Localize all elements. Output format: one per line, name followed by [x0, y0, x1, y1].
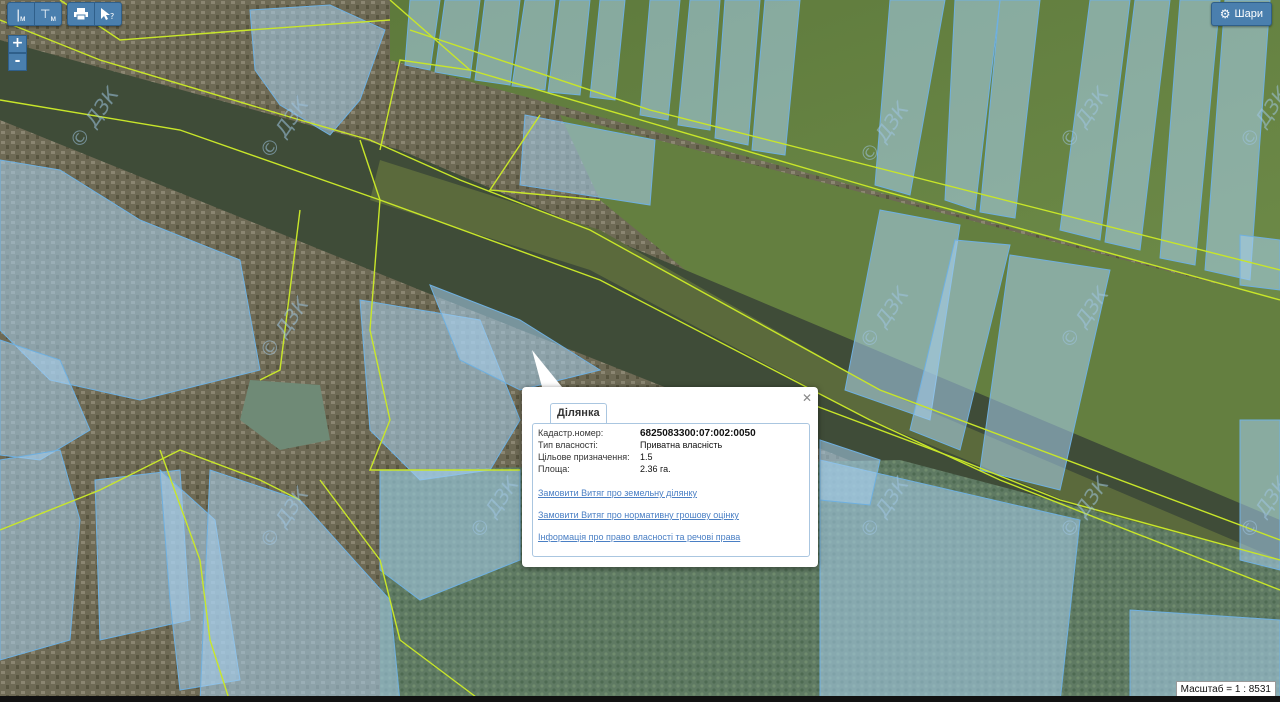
- svg-text:?: ?: [110, 12, 114, 21]
- area-row: Площа: 2.36 га.: [538, 464, 671, 474]
- bottom-bar: [0, 696, 1280, 702]
- ownership-info-link[interactable]: Інформація про право власності та речові…: [538, 532, 740, 542]
- measure-area-button[interactable]: ⊤ м: [35, 3, 61, 25]
- tools-toolbar: ?: [67, 2, 122, 26]
- popup-pointer: [532, 350, 562, 387]
- identify-button[interactable]: ?: [95, 3, 121, 25]
- zoom-in-button[interactable]: +: [8, 35, 27, 53]
- map-canvas[interactable]: © ДЗК © ДЗК © ДЗК © ДЗК © ДЗК © ДЗК © ДЗ…: [0, 0, 1280, 702]
- parcel-info-body: Кадастр.номер: 6825083300:07:002:0050 Ти…: [532, 423, 810, 557]
- close-icon[interactable]: ✕: [802, 391, 812, 405]
- layers-button[interactable]: ⚙ Шари: [1210, 2, 1272, 26]
- measure-toolbar: | м ⊤ м: [7, 2, 62, 26]
- measure-length-button[interactable]: | м: [8, 3, 35, 25]
- gear-icon: ⚙: [1219, 7, 1231, 21]
- tab-parcel[interactable]: Ділянка: [550, 403, 607, 423]
- cadastral-number-row: Кадастр.номер: 6825083300:07:002:0050: [538, 428, 756, 439]
- order-extract-parcel-link[interactable]: Замовити Витяг про земельну ділянку: [538, 488, 697, 498]
- print-button[interactable]: [68, 3, 95, 25]
- order-extract-valuation-link[interactable]: Замовити Витяг про нормативну грошову оц…: [538, 510, 739, 520]
- ownership-type-row: Тип власності: Приватна власність: [538, 440, 723, 450]
- purpose-row: Цільове призначення: 1.5: [538, 452, 653, 462]
- zoom-out-button[interactable]: -: [8, 53, 27, 71]
- cursor-help-icon: ?: [101, 8, 114, 21]
- parcel-info-popup: ✕ Ділянка Кадастр.номер: 6825083300:07:0…: [522, 387, 818, 567]
- ruler-area-icon: ⊤: [40, 7, 51, 21]
- printer-icon: [74, 8, 88, 20]
